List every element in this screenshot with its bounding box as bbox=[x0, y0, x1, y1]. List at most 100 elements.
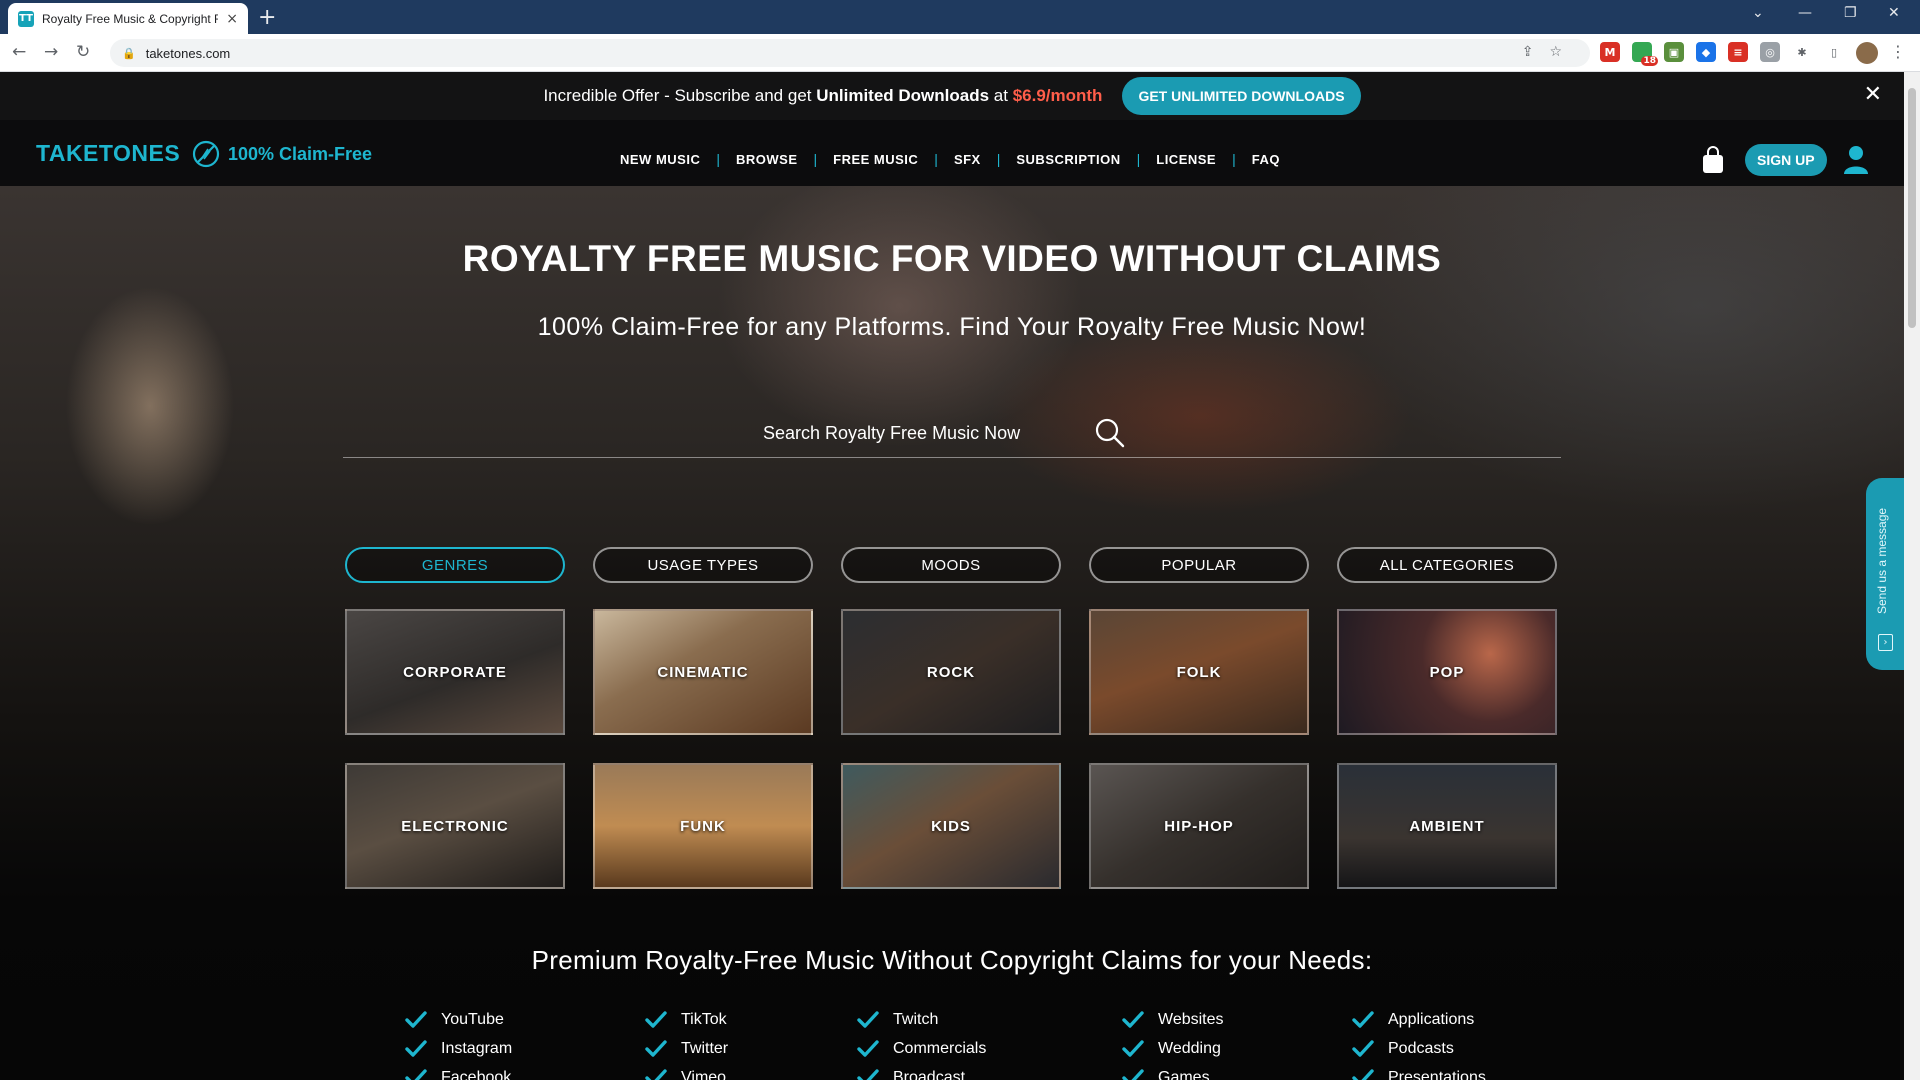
site-header: TAKETONES 100% Claim-Free NEW MUSIC | BRO… bbox=[0, 120, 1904, 186]
nav-free-music[interactable]: FREE MUSIC bbox=[833, 152, 918, 167]
new-tab-button[interactable]: + bbox=[258, 5, 276, 30]
window-close-icon[interactable]: ✕ bbox=[1888, 5, 1900, 21]
need-label: Wedding bbox=[1158, 1039, 1221, 1057]
need-label: Instagram bbox=[441, 1039, 513, 1057]
check-icon bbox=[645, 1039, 667, 1057]
need-label: Facebook bbox=[441, 1068, 512, 1080]
tab-search-icon[interactable]: ⌄ bbox=[1752, 5, 1764, 21]
nav-separator: | bbox=[934, 151, 938, 167]
taketones-logo[interactable]: TAKETONES bbox=[36, 140, 180, 167]
search-icon[interactable] bbox=[1095, 418, 1125, 448]
genre-card-cinematic[interactable]: CINEMATIC bbox=[593, 609, 813, 735]
need-label: Applications bbox=[1388, 1010, 1475, 1028]
tab-usage-types[interactable]: USAGE TYPES bbox=[593, 547, 813, 583]
promo-bold: Unlimited Downloads bbox=[816, 86, 990, 105]
genre-card-kids[interactable]: KIDS bbox=[841, 763, 1061, 889]
scrollbar-thumb[interactable] bbox=[1908, 88, 1916, 328]
profile-avatar[interactable] bbox=[1856, 42, 1878, 64]
share-bookmark-icons[interactable]: ⇪☆ bbox=[1522, 44, 1578, 60]
needs-title: Premium Royalty-Free Music Without Copyr… bbox=[531, 945, 1373, 975]
main-nav: NEW MUSIC | BROWSE | FREE MUSIC | SFX | SUBS… bbox=[620, 151, 1280, 167]
lock-icon[interactable]: 🔒 bbox=[122, 47, 136, 60]
need-item: Instagram bbox=[405, 1038, 645, 1059]
gmail-extension-icon[interactable]: M bbox=[1600, 42, 1620, 62]
genre-card-ambient[interactable]: AMBIENT bbox=[1337, 763, 1557, 889]
genre-card-electronic[interactable]: ELECTRONIC bbox=[345, 763, 565, 889]
browser-toolbar: ← → ↻ 🔒 taketones.com ⇪☆ M 18 ▣ ◆ ≡ ◎ ✱ … bbox=[0, 34, 1920, 72]
hero-section: ROYALTY FREE MUSIC FOR VIDEO WITHOUT CLA… bbox=[0, 186, 1904, 1080]
category-tabs: GENRES USAGE TYPES MOODS POPULAR ALL CAT… bbox=[345, 547, 1557, 583]
get-unlimited-downloads-button[interactable]: GET UNLIMITED DOWNLOADS bbox=[1122, 77, 1361, 115]
extension-badge-icon[interactable]: 18 bbox=[1632, 42, 1658, 66]
tab-all-categories[interactable]: ALL CATEGORIES bbox=[1337, 547, 1557, 583]
nav-faq[interactable]: FAQ bbox=[1252, 152, 1280, 167]
site-favicon-icon: TT bbox=[18, 10, 34, 27]
restore-icon[interactable]: ❐ bbox=[1844, 5, 1857, 21]
puzzle-extensions-icon[interactable]: ✱ bbox=[1792, 42, 1812, 62]
need-item: Twitter bbox=[645, 1038, 857, 1059]
shopping-bag-icon[interactable] bbox=[1701, 146, 1725, 174]
nav-separator: | bbox=[996, 151, 1001, 167]
send-message-widget[interactable]: Send us a message › bbox=[1866, 478, 1904, 670]
url-text: taketones.com bbox=[145, 45, 231, 61]
expand-chat-icon: › bbox=[1878, 634, 1893, 651]
genre-card-hip-hop[interactable]: HIP-HOP bbox=[1089, 763, 1309, 889]
promo-close-icon[interactable]: ✕ bbox=[1864, 82, 1882, 107]
side-panel-icon[interactable]: ▯ bbox=[1824, 42, 1844, 62]
genre-card-folk[interactable]: FOLK bbox=[1089, 609, 1309, 735]
search-bar bbox=[343, 408, 1561, 458]
need-label: YouTube bbox=[441, 1010, 504, 1028]
extension-icon-5[interactable]: ◎ bbox=[1760, 42, 1780, 62]
check-icon bbox=[645, 1010, 667, 1028]
search-input[interactable] bbox=[763, 416, 1063, 450]
check-icon bbox=[857, 1068, 879, 1080]
nav-license[interactable]: LICENSE bbox=[1156, 152, 1216, 167]
nav-separator: | bbox=[813, 151, 818, 167]
check-icon bbox=[857, 1010, 879, 1028]
claim-free-badge: 100% Claim-Free bbox=[192, 140, 372, 168]
need-label: Websites bbox=[1158, 1010, 1224, 1028]
genre-card-pop[interactable]: POP bbox=[1337, 609, 1557, 735]
address-bar[interactable]: 🔒 taketones.com ⇪☆ bbox=[110, 39, 1590, 67]
need-label: TikTok bbox=[681, 1010, 727, 1028]
close-tab-icon[interactable]: × bbox=[226, 11, 238, 27]
send-message-label: Send us a message bbox=[1875, 507, 1889, 614]
nav-sfx[interactable]: SFX bbox=[954, 152, 981, 167]
browser-tab[interactable]: TT Royalty Free Music & Copyright F × bbox=[8, 3, 248, 34]
genre-card-funk[interactable]: FUNK bbox=[593, 763, 813, 889]
need-label: Podcasts bbox=[1388, 1039, 1454, 1057]
check-icon bbox=[1122, 1068, 1144, 1080]
page-scrollbar[interactable] bbox=[1904, 72, 1920, 1080]
nav-separator: | bbox=[716, 151, 720, 167]
user-account-icon[interactable] bbox=[1842, 144, 1870, 174]
back-icon[interactable]: ← bbox=[12, 42, 26, 62]
promo-price: $6.9/month bbox=[1012, 86, 1103, 105]
tab-popular[interactable]: POPULAR bbox=[1089, 547, 1309, 583]
hero-subtitle: 100% Claim-Free for any Platforms. Find … bbox=[537, 313, 1367, 341]
check-icon bbox=[1352, 1068, 1374, 1080]
nav-new-music[interactable]: NEW MUSIC bbox=[620, 152, 700, 167]
tab-title: Royalty Free Music & Copyright F bbox=[42, 11, 218, 26]
forward-icon[interactable]: → bbox=[44, 42, 58, 62]
reload-icon[interactable]: ↻ bbox=[76, 42, 90, 62]
extension-icon-3[interactable]: ◆ bbox=[1696, 42, 1716, 62]
need-item: Wedding bbox=[1122, 1038, 1352, 1059]
nav-browse[interactable]: BROWSE bbox=[736, 152, 798, 167]
menu-kebab-icon[interactable]: ⋮ bbox=[1890, 42, 1906, 64]
nav-subscription[interactable]: SUBSCRIPTION bbox=[1016, 152, 1120, 167]
promo-lead: Incredible Offer - Subscribe and get bbox=[543, 86, 817, 105]
need-item: Broadcast bbox=[857, 1067, 1122, 1080]
sign-up-button[interactable]: SIGN UP bbox=[1745, 144, 1827, 176]
need-item: Games bbox=[1122, 1067, 1352, 1080]
genre-card-rock[interactable]: ROCK bbox=[841, 609, 1061, 735]
tab-genres[interactable]: GENRES bbox=[345, 547, 565, 583]
need-label: Twitch bbox=[893, 1010, 939, 1028]
tab-moods[interactable]: MOODS bbox=[841, 547, 1061, 583]
extension-icon-2[interactable]: ▣ bbox=[1664, 42, 1684, 62]
claim-free-text: 100% Claim-Free bbox=[228, 143, 373, 164]
minimize-icon[interactable]: — bbox=[1798, 5, 1812, 21]
genre-card-corporate[interactable]: CORPORATE bbox=[345, 609, 565, 735]
nav-separator: | bbox=[1232, 151, 1236, 167]
extension-icon-4[interactable]: ≡ bbox=[1728, 42, 1748, 62]
need-item: Twitch bbox=[857, 1009, 1122, 1030]
